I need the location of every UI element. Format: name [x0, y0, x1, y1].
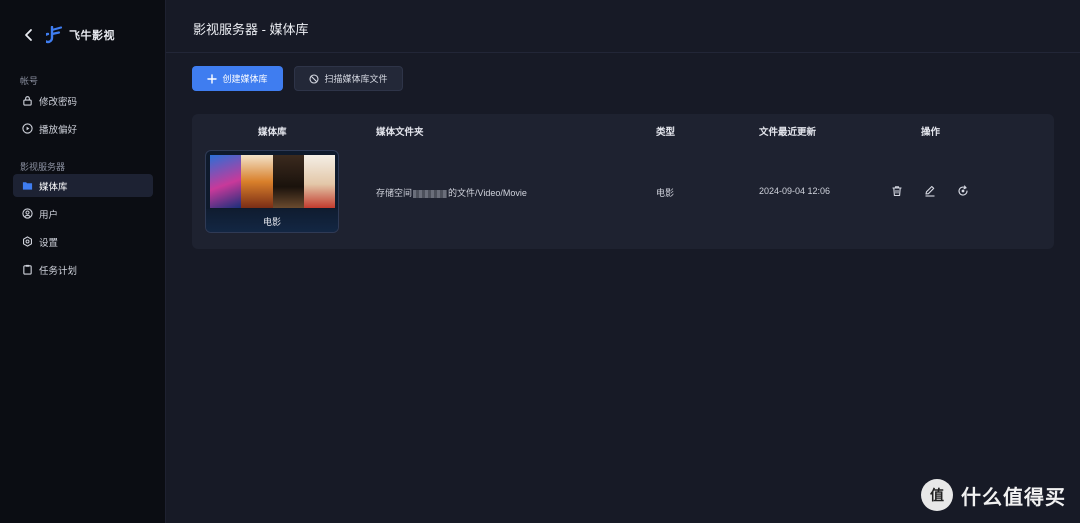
- library-name: 电影: [206, 209, 338, 232]
- sidebar-item-label: 用户: [39, 209, 59, 221]
- sidebar-item-task-schedule[interactable]: 任务计划: [13, 258, 153, 281]
- gear-icon: [23, 236, 32, 247]
- sidebar-item-change-password[interactable]: 修改密码: [13, 89, 153, 112]
- back-arrow-icon[interactable]: [22, 28, 36, 42]
- poster-image: [303, 155, 335, 208]
- sidebar-item-label: 媒体库: [39, 181, 68, 193]
- brand: 飞牛影视: [22, 24, 115, 46]
- column-header-actions: 操作: [921, 127, 941, 138]
- create-library-label: 创建媒体库: [222, 74, 268, 84]
- lock-icon: [23, 96, 32, 106]
- sidebar-item-label: 任务计划: [39, 265, 78, 277]
- create-library-button[interactable]: 创建媒体库: [192, 66, 283, 91]
- scan-icon: [309, 73, 320, 84]
- poster-image: [272, 155, 304, 208]
- clipboard-icon: [23, 264, 32, 275]
- library-updated: 2024-09-04 12:06: [759, 186, 831, 196]
- sidebar-item-label: 播放偏好: [39, 124, 78, 136]
- plus-icon: [207, 73, 218, 84]
- column-header-type: 类型: [656, 127, 676, 138]
- sidebar-item-users[interactable]: 用户: [13, 202, 153, 225]
- edit-icon[interactable]: [924, 185, 936, 197]
- watermark-text: 什么值得买: [961, 486, 1066, 509]
- app-name: 飞牛影视: [69, 30, 115, 42]
- sidebar-item-label: 修改密码: [39, 96, 78, 108]
- column-header-folder: 媒体文件夹: [376, 127, 424, 138]
- sidebar-item-label: 设置: [39, 237, 59, 249]
- folder-path-prefix: 存储空间: [376, 188, 413, 198]
- title-divider: [166, 52, 1080, 53]
- folder-icon: [22, 182, 33, 190]
- page-title: 影视服务器 - 媒体库: [193, 22, 309, 37]
- logo-icon: [46, 26, 63, 44]
- play-circle-icon: [22, 123, 33, 134]
- library-thumbnail[interactable]: 电影: [205, 150, 339, 233]
- trash-icon[interactable]: [891, 185, 903, 197]
- column-header-library: 媒体库: [258, 127, 287, 138]
- main-content: 影视服务器 - 媒体库 创建媒体库 扫描媒体库文件 媒体库 媒体文件夹 类型 文…: [166, 0, 1080, 523]
- poster-image: [241, 155, 273, 208]
- scan-library-label: 扫描媒体库文件: [324, 74, 388, 84]
- library-type: 电影: [656, 188, 675, 198]
- library-table: 媒体库 媒体文件夹 类型 文件最近更新 操作 电影 存储空间 的文件/Video/…: [192, 114, 1054, 249]
- redacted-text: [413, 189, 448, 198]
- poster-image: [210, 155, 242, 208]
- watermark-badge-text: 值: [930, 487, 944, 503]
- refresh-icon[interactable]: [957, 185, 969, 197]
- user-icon: [22, 208, 33, 219]
- watermark: 值 什么值得买: [921, 479, 1066, 511]
- watermark-badge: 值: [921, 479, 953, 511]
- sidebar-item-playback-preference[interactable]: 播放偏好: [13, 117, 153, 140]
- library-folder-path: 存储空间 的文件/Video/Movie: [376, 186, 527, 199]
- column-header-updated: 文件最近更新: [759, 127, 817, 138]
- sidebar-item-media-library[interactable]: 媒体库: [13, 174, 153, 197]
- folder-path-suffix: 的文件/Video/Movie: [448, 188, 527, 198]
- sidebar-item-settings[interactable]: 设置: [13, 230, 153, 253]
- sidebar: 飞牛影视 帐号 修改密码 播放偏好 影视服务器 媒体库 用户 设置 任务计划: [0, 0, 166, 523]
- section-label-media-server: 影视服务器: [20, 162, 66, 172]
- scan-library-button[interactable]: 扫描媒体库文件: [294, 66, 403, 91]
- section-label-account: 帐号: [20, 76, 39, 86]
- poster-strip: [210, 155, 335, 208]
